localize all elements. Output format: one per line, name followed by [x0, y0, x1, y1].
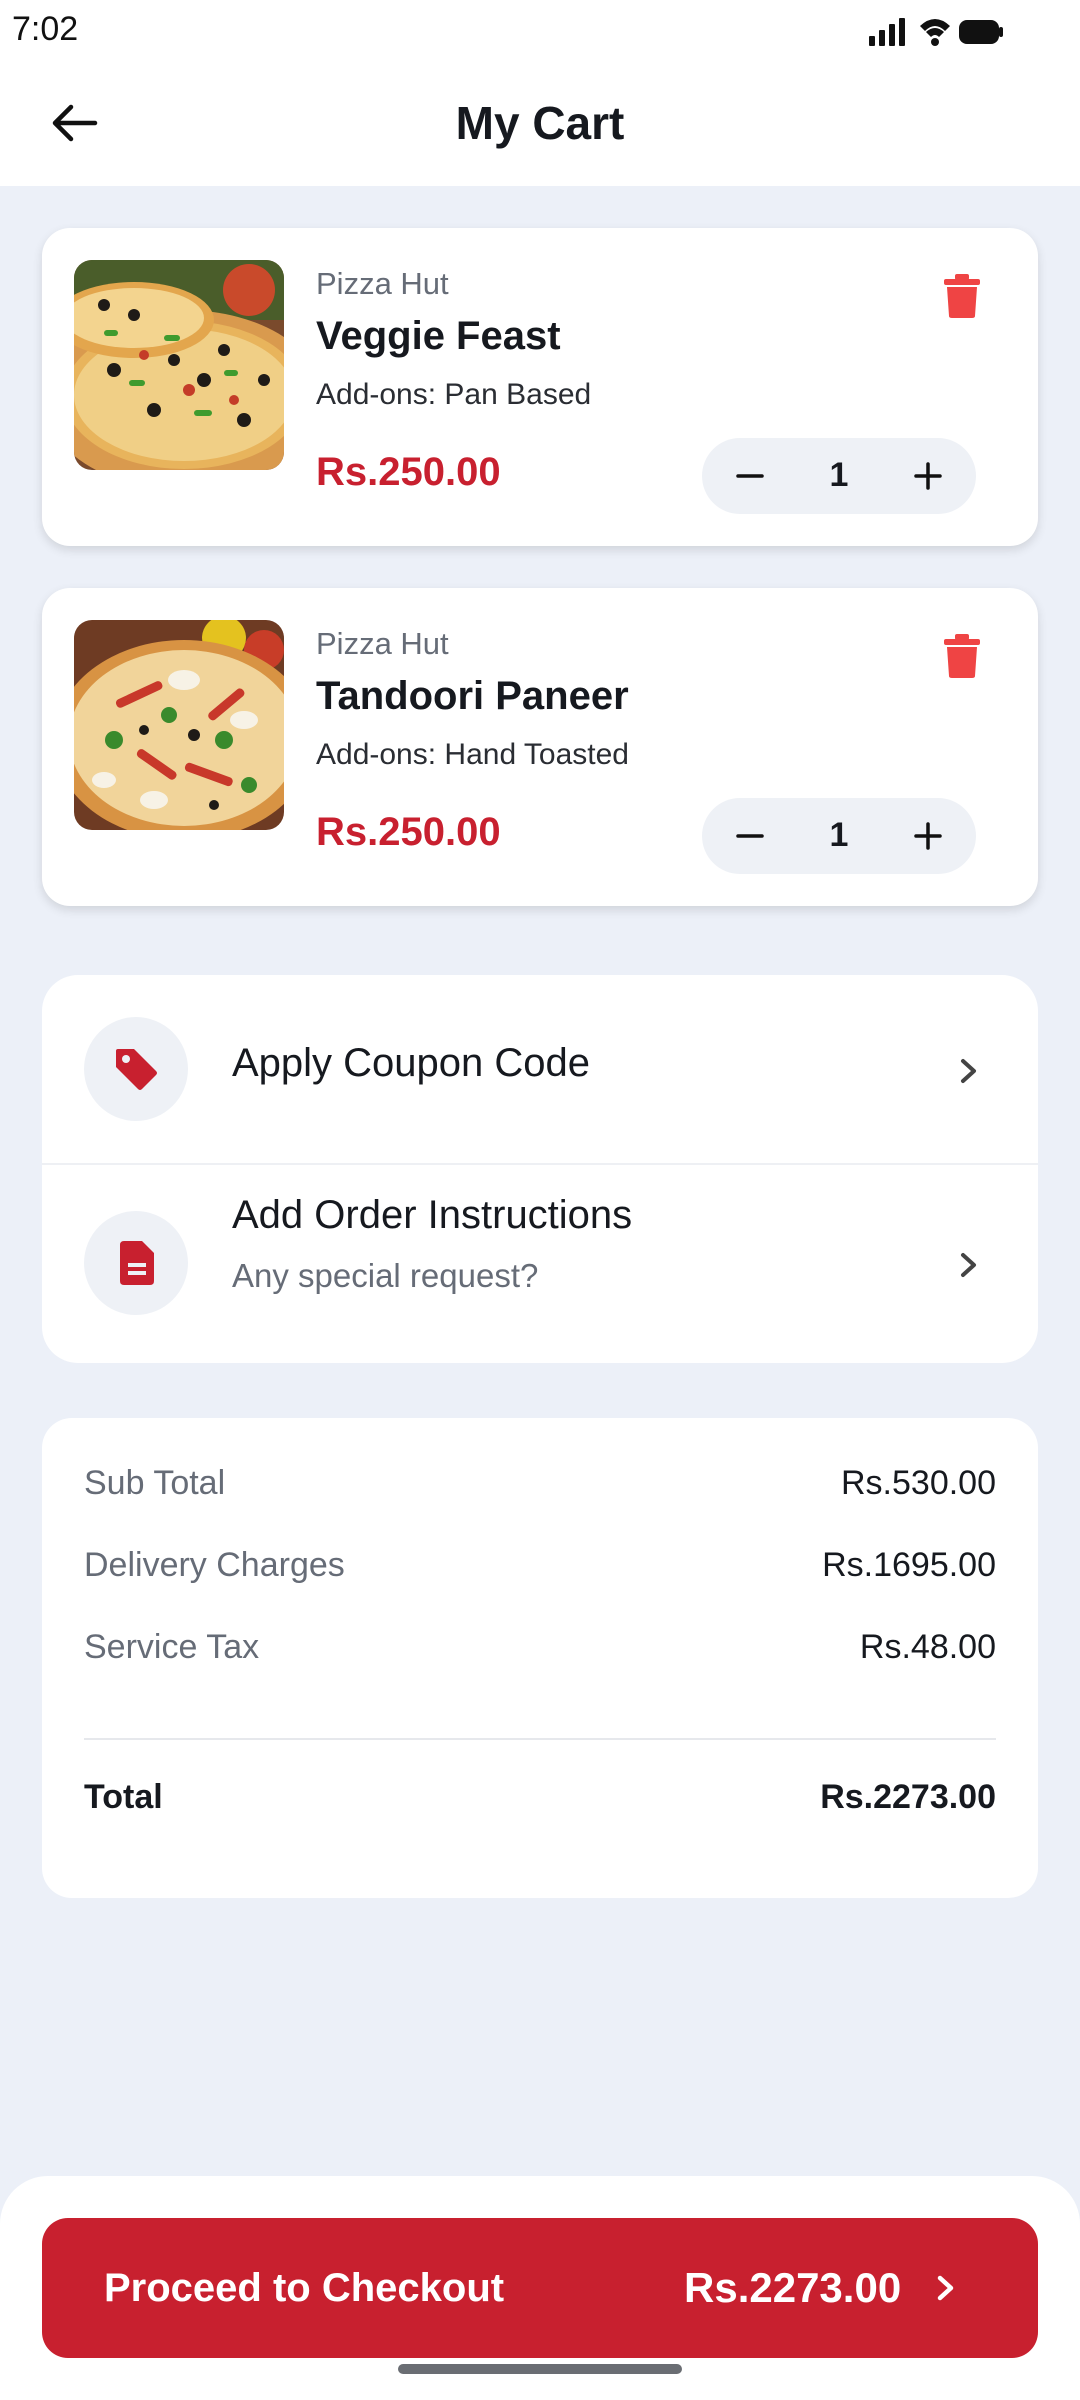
checkout-amount: Rs.2273.00	[684, 2264, 902, 2311]
item-price: Rs.250.00	[316, 810, 501, 854]
delivery-row: Delivery Charges Rs.1695.00	[84, 1546, 996, 1596]
subtotal-label: Sub Total	[84, 1464, 226, 1502]
total-value: Rs.2273.00	[820, 1778, 996, 1816]
app-header: My Cart	[0, 60, 1080, 186]
status-icons	[865, 12, 1005, 52]
tax-label: Service Tax	[84, 1628, 260, 1666]
price-summary-card: Sub Total Rs.530.00 Delivery Charges Rs.…	[42, 1418, 1038, 1898]
delete-button[interactable]	[942, 632, 982, 680]
subtotal-row: Sub Total Rs.530.00	[84, 1464, 996, 1514]
chevron-right-icon	[932, 2268, 960, 2308]
plus-icon	[914, 462, 942, 490]
item-addons: Add-ons: Hand Toasted	[316, 738, 629, 771]
order-instructions-sub: Any special request?	[232, 1257, 539, 1294]
coupon-icon-circle	[84, 1017, 188, 1121]
cart-item: Pizza Hut Veggie Feast Add-ons: Pan Base…	[42, 228, 1038, 546]
home-indicator	[398, 2364, 682, 2374]
pizza-image	[74, 620, 284, 830]
total-label: Total	[84, 1778, 163, 1816]
apply-coupon-label: Apply Coupon Code	[232, 1041, 591, 1085]
minus-icon	[736, 474, 764, 478]
proceed-to-checkout-button[interactable]: Proceed to Checkout Rs.2273.00	[42, 2218, 1038, 2358]
trash-icon	[944, 634, 980, 678]
cart-actions-card: Apply Coupon Code Add Order Instructions…	[42, 975, 1038, 1363]
increase-quantity-button[interactable]	[888, 438, 968, 514]
chevron-right-icon	[954, 1051, 984, 1091]
delivery-value: Rs.1695.00	[822, 1546, 996, 1584]
quantity-stepper: 1	[702, 438, 976, 514]
document-icon-circle	[84, 1211, 188, 1315]
quantity-value: 1	[829, 456, 849, 494]
tax-value: Rs.48.00	[859, 1628, 996, 1666]
pizza-image	[74, 260, 284, 470]
restaurant-name: Pizza Hut	[316, 266, 449, 301]
document-icon	[120, 1241, 154, 1285]
item-name: Tandoori Paneer	[316, 674, 629, 718]
checkout-label: Proceed to Checkout	[104, 2266, 505, 2310]
order-instructions-row[interactable]: Add Order Instructions Any special reque…	[42, 1165, 1038, 1363]
delivery-label: Delivery Charges	[84, 1546, 345, 1584]
status-bar: 7:02	[0, 0, 1080, 60]
tax-row: Service Tax Rs.48.00	[84, 1628, 996, 1678]
tag-icon	[116, 1049, 157, 1090]
order-instructions-label: Add Order Instructions	[232, 1193, 633, 1237]
item-addons: Add-ons: Pan Based	[316, 378, 592, 411]
cart-item: Pizza Hut Tandoori Paneer Add-ons: Hand …	[42, 588, 1038, 906]
plus-icon	[914, 822, 942, 850]
quantity-stepper: 1	[702, 798, 976, 874]
increase-quantity-button[interactable]	[888, 798, 968, 874]
delete-button[interactable]	[942, 272, 982, 320]
total-row: Total Rs.2273.00	[84, 1778, 996, 1828]
restaurant-name: Pizza Hut	[316, 626, 449, 661]
page-title: My Cart	[455, 97, 625, 149]
item-name: Veggie Feast	[316, 314, 561, 358]
divider	[84, 1738, 996, 1740]
decrease-quantity-button[interactable]	[710, 798, 790, 874]
trash-icon	[944, 274, 980, 318]
quantity-value: 1	[829, 816, 849, 854]
minus-icon	[736, 834, 764, 838]
item-price: Rs.250.00	[316, 450, 501, 494]
status-time: 7:02	[12, 10, 79, 48]
apply-coupon-row[interactable]: Apply Coupon Code	[42, 975, 1038, 1163]
subtotal-value: Rs.530.00	[841, 1464, 996, 1502]
signal-wifi-battery-icon	[869, 18, 1003, 46]
chevron-right-icon	[954, 1245, 984, 1285]
decrease-quantity-button[interactable]	[710, 438, 790, 514]
